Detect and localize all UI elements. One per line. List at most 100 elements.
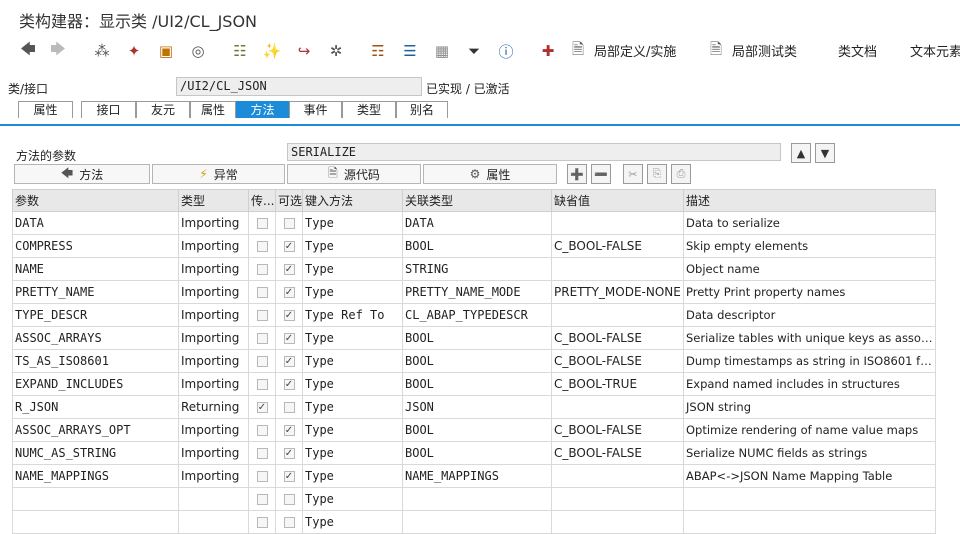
param-type-cell[interactable]: Importing: [178, 372, 249, 396]
typing-method-cell[interactable]: Type: [302, 395, 403, 419]
transport-icon[interactable]: ✚: [536, 39, 560, 63]
optional-checkbox[interactable]: [283, 218, 295, 229]
pass-by-value-checkbox[interactable]: [256, 517, 268, 528]
pass-by-value-cell[interactable]: [248, 349, 276, 373]
default-value-cell[interactable]: [551, 303, 684, 327]
hierarchy-icon[interactable]: ☷: [228, 39, 252, 63]
optional-cell[interactable]: ✓: [275, 464, 303, 488]
description-cell[interactable]: [683, 487, 936, 511]
table-row[interactable]: TYPE_DESCR Importing ✓ Type Ref To CL_ABAP_T…: [12, 303, 936, 327]
tree-icon[interactable]: ☶: [366, 39, 390, 63]
description-cell[interactable]: Dump timestamps as string in ISO8601 for…: [683, 349, 936, 373]
navigator-icon[interactable]: ✲: [324, 39, 348, 63]
next-method-icon[interactable]: ▼: [815, 143, 835, 163]
col-header-typing[interactable]: 键入方法: [302, 189, 403, 212]
col-header-default[interactable]: 缺省值: [551, 189, 684, 212]
wizard-icon[interactable]: ✨: [260, 39, 284, 63]
optional-checkbox[interactable]: ✓: [283, 471, 295, 482]
param-name-cell[interactable]: ASSOC_ARRAYS_OPT: [12, 418, 179, 442]
pass-by-value-cell[interactable]: [248, 372, 276, 396]
pass-by-value-checkbox[interactable]: [256, 494, 268, 505]
tab-properties[interactable]: 属性: [18, 101, 73, 118]
typing-method-cell[interactable]: Type: [302, 487, 403, 511]
param-name-cell[interactable]: TS_AS_ISO8601: [12, 349, 179, 373]
col-header-type[interactable]: 类型: [178, 189, 249, 212]
previous-method-icon[interactable]: ▲: [791, 143, 811, 163]
param-name-cell[interactable]: ASSOC_ARRAYS: [12, 326, 179, 350]
param-name-cell[interactable]: COMPRESS: [12, 234, 179, 258]
param-name-cell[interactable]: NAME: [12, 257, 179, 281]
description-cell[interactable]: Optimize rendering of name value maps: [683, 418, 936, 442]
optional-checkbox[interactable]: ✓: [283, 333, 295, 344]
description-cell[interactable]: Data to serialize: [683, 211, 936, 235]
optional-checkbox[interactable]: ✓: [283, 448, 295, 459]
param-name-cell[interactable]: PRETTY_NAME: [12, 280, 179, 304]
optional-cell[interactable]: ✓: [275, 326, 303, 350]
param-name-cell[interactable]: [12, 487, 179, 511]
table-row[interactable]: NUMC_AS_STRING Importing ✓ Type BOOL C_BOOL-F…: [12, 441, 936, 465]
table-row[interactable]: TS_AS_ISO8601 Importing ✓ Type BOOL C_BOOL-FA…: [12, 349, 936, 373]
typing-method-cell[interactable]: Type: [302, 257, 403, 281]
assoc-type-cell[interactable]: BOOL: [402, 234, 552, 258]
typing-method-cell[interactable]: Type: [302, 510, 403, 534]
table-row[interactable]: NAME Importing ✓ Type STRING Object name: [12, 257, 936, 281]
optional-cell[interactable]: ✓: [275, 372, 303, 396]
assoc-type-cell[interactable]: DATA: [402, 211, 552, 235]
pass-by-value-cell[interactable]: [248, 441, 276, 465]
pass-by-value-cell[interactable]: [248, 257, 276, 281]
attributes-button[interactable]: ⚙ 属性: [423, 164, 557, 184]
param-type-cell[interactable]: Importing: [178, 257, 249, 281]
methods-button[interactable]: 🡄 方法: [14, 164, 150, 184]
text-elements-button[interactable]: 文本元素: [910, 41, 960, 60]
assoc-type-cell[interactable]: BOOL: [402, 372, 552, 396]
activate-icon[interactable]: ✦: [122, 39, 146, 63]
table-row[interactable]: NAME_MAPPINGS Importing ✓ Type NAME_MAPPINGS…: [12, 464, 936, 488]
exceptions-button[interactable]: ⚡ 异常: [152, 164, 285, 184]
optional-cell[interactable]: ✓: [275, 441, 303, 465]
insert-row-icon[interactable]: ➕: [567, 164, 587, 184]
table-row[interactable]: Type: [12, 487, 936, 511]
optional-cell[interactable]: ✓: [275, 349, 303, 373]
tab-events[interactable]: 事件: [289, 101, 342, 118]
param-name-cell[interactable]: [12, 510, 179, 534]
pass-by-value-cell[interactable]: [248, 487, 276, 511]
table-row[interactable]: ASSOC_ARRAYS Importing ✓ Type BOOL C_BOOL-FAL…: [12, 326, 936, 350]
list-icon[interactable]: ☰: [398, 39, 422, 63]
optional-cell[interactable]: [275, 211, 303, 235]
forward-arrow-icon[interactable]: 🡆: [46, 39, 70, 63]
pass-by-value-checkbox[interactable]: [256, 379, 268, 390]
optional-checkbox[interactable]: [283, 402, 295, 413]
col-header-param[interactable]: 参数: [12, 189, 179, 212]
optional-checkbox[interactable]: ✓: [283, 356, 295, 367]
description-cell[interactable]: Data descriptor: [683, 303, 936, 327]
pass-by-value-checkbox[interactable]: [256, 241, 268, 252]
default-value-cell[interactable]: PRETTY_MODE-NONE: [551, 280, 684, 304]
typing-method-cell[interactable]: Type: [302, 441, 403, 465]
pass-by-value-checkbox[interactable]: ✓: [256, 402, 268, 413]
optional-cell[interactable]: ✓: [275, 234, 303, 258]
optional-cell[interactable]: [275, 395, 303, 419]
description-cell[interactable]: Skip empty elements: [683, 234, 936, 258]
assoc-type-cell[interactable]: STRING: [402, 257, 552, 281]
class-name-field[interactable]: /UI2/CL_JSON: [176, 77, 422, 96]
description-cell[interactable]: ABAP<->JSON Name Mapping Table: [683, 464, 936, 488]
local-def-icon[interactable]: 🗎: [568, 39, 588, 63]
info-icon[interactable]: ⓘ: [494, 39, 518, 63]
typing-method-cell[interactable]: Type: [302, 326, 403, 350]
typing-method-cell[interactable]: Type: [302, 280, 403, 304]
param-type-cell[interactable]: Importing: [178, 280, 249, 304]
tab-aliases[interactable]: 别名: [396, 101, 448, 118]
pass-by-value-cell[interactable]: [248, 464, 276, 488]
method-name-field[interactable]: SERIALIZE: [287, 143, 781, 161]
optional-checkbox[interactable]: ✓: [283, 310, 295, 321]
tab-attributes[interactable]: 属性: [190, 101, 236, 118]
optional-checkbox[interactable]: ✓: [283, 287, 295, 298]
source-code-button[interactable]: 🗎 源代码: [287, 164, 421, 184]
local-def-button[interactable]: 局部定义/实施: [594, 41, 676, 60]
table-row[interactable]: EXPAND_INCLUDES Importing ✓ Type BOOL C_BOOL-…: [12, 372, 936, 396]
copy-icon[interactable]: ⎘: [647, 164, 667, 184]
param-type-cell[interactable]: Importing: [178, 326, 249, 350]
param-name-cell[interactable]: R_JSON: [12, 395, 179, 419]
typing-method-cell[interactable]: Type: [302, 418, 403, 442]
param-type-cell[interactable]: Importing: [178, 464, 249, 488]
